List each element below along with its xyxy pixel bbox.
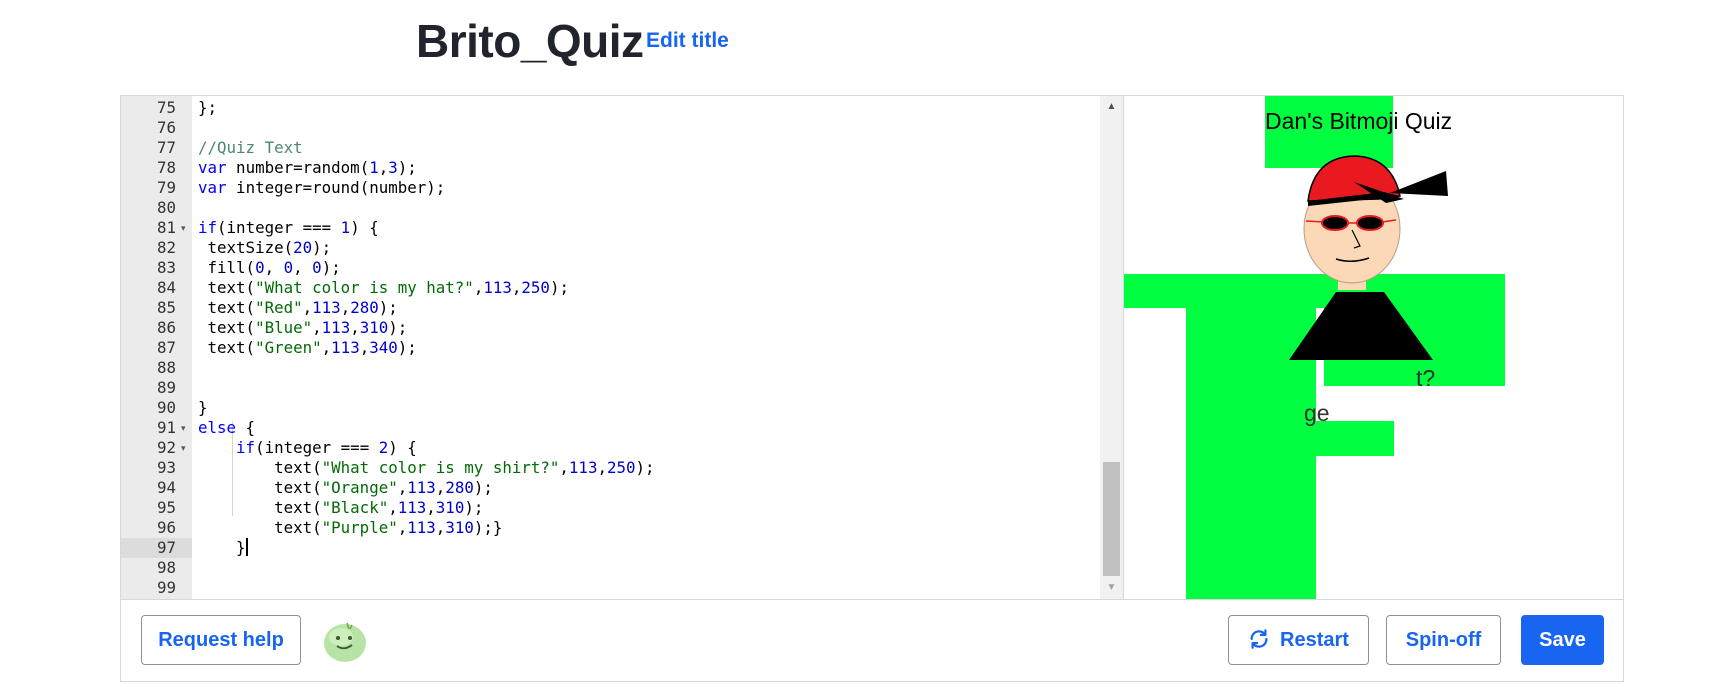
code-line-text: text("What color is my shirt?",113,250); [198, 458, 655, 477]
code-line-text: textSize(20); [198, 238, 332, 257]
text-cursor [245, 538, 248, 556]
line-number: 99 [156, 578, 176, 597]
line-number: 89 [156, 378, 176, 397]
code-line[interactable]: //Quiz Text [192, 138, 1123, 158]
glasses-lens-left [1321, 215, 1349, 231]
line-number: 76 [156, 118, 176, 137]
line-number: 83 [156, 258, 176, 277]
canvas-partial-text-1: t? [1416, 365, 1435, 391]
green-block-small [1316, 421, 1394, 456]
code-line-text: //Quiz Text [198, 138, 303, 157]
line-number: 86 [156, 318, 176, 337]
line-number: 97 [121, 538, 192, 558]
code-line[interactable]: text("Black",113,310); [192, 498, 1123, 518]
fold-arrow-icon[interactable]: ▾ [181, 218, 186, 238]
code-line[interactable]: if(integer === 1) { [192, 218, 1123, 238]
code-line[interactable] [192, 378, 1123, 398]
code-editor[interactable]: 75 76 77 78 79 80 81 ▾ 82 83 84 85 86 87 88 89 90 91 ▾ 92 ▾ 9… [121, 96, 1123, 599]
code-line[interactable]: text("Orange",113,280); [192, 478, 1123, 498]
line-number: 79 [156, 178, 176, 197]
code-line[interactable]: text("Red",113,280); [192, 298, 1123, 318]
avatar[interactable] [321, 617, 369, 665]
line-number: 98 [156, 558, 176, 577]
code-line-text: } [198, 538, 248, 557]
code-line-text: text("Green",113,340); [198, 338, 417, 357]
code-line[interactable] [192, 198, 1123, 218]
code-line[interactable]: else { [192, 418, 1123, 438]
code-line[interactable] [192, 578, 1123, 598]
code-line-text: text("What color is my hat?",113,250); [198, 278, 569, 297]
code-line-text: text("Red",113,280); [198, 298, 398, 317]
code-line-text: text("Black",113,310); [198, 498, 484, 517]
page-title: Brito_Quiz [416, 15, 644, 67]
code-line-text: if(integer === 2) { [236, 438, 417, 457]
restart-button[interactable]: Restart [1228, 615, 1369, 665]
code-area[interactable]: }; //Quiz Text var number=random(1,3); var … [192, 96, 1123, 599]
code-line-text: text("Orange",113,280); [198, 478, 493, 497]
restart-icon [1250, 628, 1268, 649]
code-line[interactable]: text("What color is my hat?",113,250); [192, 278, 1123, 298]
code-line[interactable]: text("Blue",113,310); [192, 318, 1123, 338]
code-line[interactable] [192, 558, 1123, 578]
line-number: 75 [156, 98, 176, 117]
code-line[interactable]: }; [192, 98, 1123, 118]
edit-title-link[interactable]: Edit title [646, 29, 729, 53]
scroll-up-arrow-icon[interactable]: ▲ [1100, 100, 1123, 114]
output-canvas[interactable]: Dan's Bitmoji Quiz t? ge [1123, 96, 1623, 599]
editor-scrollbar[interactable]: ▲ ▼ [1100, 96, 1123, 599]
code-line[interactable] [192, 358, 1123, 378]
scrollbar-thumb[interactable] [1103, 462, 1120, 576]
code-line[interactable]: } [192, 398, 1123, 418]
code-line[interactable]: text("Purple",113,310);} [192, 518, 1123, 538]
line-number: 93 [156, 458, 176, 477]
code-line-text: if(integer === 1) { [198, 218, 379, 237]
line-number: 95 [156, 498, 176, 517]
code-line-text: text("Blue",113,310); [198, 318, 408, 337]
line-number: 96 [156, 518, 176, 537]
line-number: 80 [156, 198, 176, 217]
line-number: 87 [156, 338, 176, 357]
code-line-text: text("Purple",113,310);} [198, 518, 503, 537]
line-number: 77 [156, 138, 176, 157]
bottom-toolbar: Request help Restart Spin-off Save [121, 599, 1623, 681]
line-number: 94 [156, 478, 176, 497]
code-line-text: var number=random(1,3); [198, 158, 417, 177]
line-number: 82 [156, 238, 176, 257]
code-line[interactable]: text("What color is my shirt?",113,250); [192, 458, 1123, 478]
scroll-down-arrow-icon[interactable]: ▼ [1100, 581, 1123, 595]
code-line-text: else { [198, 418, 256, 437]
line-number: 78 [156, 158, 176, 177]
code-line-text: } [198, 398, 208, 417]
fold-arrow-icon[interactable]: ▾ [181, 438, 186, 458]
code-line[interactable] [192, 118, 1123, 138]
code-line[interactable]: textSize(20); [192, 238, 1123, 258]
line-number: 90 [156, 398, 176, 417]
line-number: 88 [156, 358, 176, 377]
hat-brim [1390, 171, 1448, 196]
line-number: 84 [156, 278, 176, 297]
save-button[interactable]: Save [1521, 615, 1604, 665]
glasses-lens-right [1356, 215, 1384, 231]
restart-label: Restart [1280, 629, 1349, 651]
canvas-heading: Dan's Bitmoji Quiz [1265, 108, 1452, 134]
code-line[interactable]: if(integer === 2) { [192, 438, 1123, 458]
code-line[interactable]: text("Green",113,340); [192, 338, 1123, 358]
code-line-text: var integer=round(number); [198, 178, 446, 197]
request-help-button[interactable]: Request help [141, 615, 301, 665]
green-column-bottom [1186, 456, 1266, 599]
code-line[interactable]: } [192, 538, 1123, 558]
bitmoji-drawing: Dan's Bitmoji Quiz t? ge [1124, 96, 1505, 599]
code-line-text: }; [198, 98, 218, 117]
program-panel: 75 76 77 78 79 80 81 ▾ 82 83 84 85 86 87 88 89 90 91 ▾ 92 ▾ 9… [120, 95, 1624, 682]
code-line[interactable]: fill(0, 0, 0); [192, 258, 1123, 278]
canvas-partial-text-2: ge [1304, 400, 1330, 426]
code-line-text: fill(0, 0, 0); [198, 258, 341, 277]
fold-arrow-icon[interactable]: ▾ [181, 418, 186, 438]
line-number: 85 [156, 298, 176, 317]
spin-off-button[interactable]: Spin-off [1386, 615, 1501, 665]
code-line[interactable]: var integer=round(number); [192, 178, 1123, 198]
code-line[interactable]: var number=random(1,3); [192, 158, 1123, 178]
